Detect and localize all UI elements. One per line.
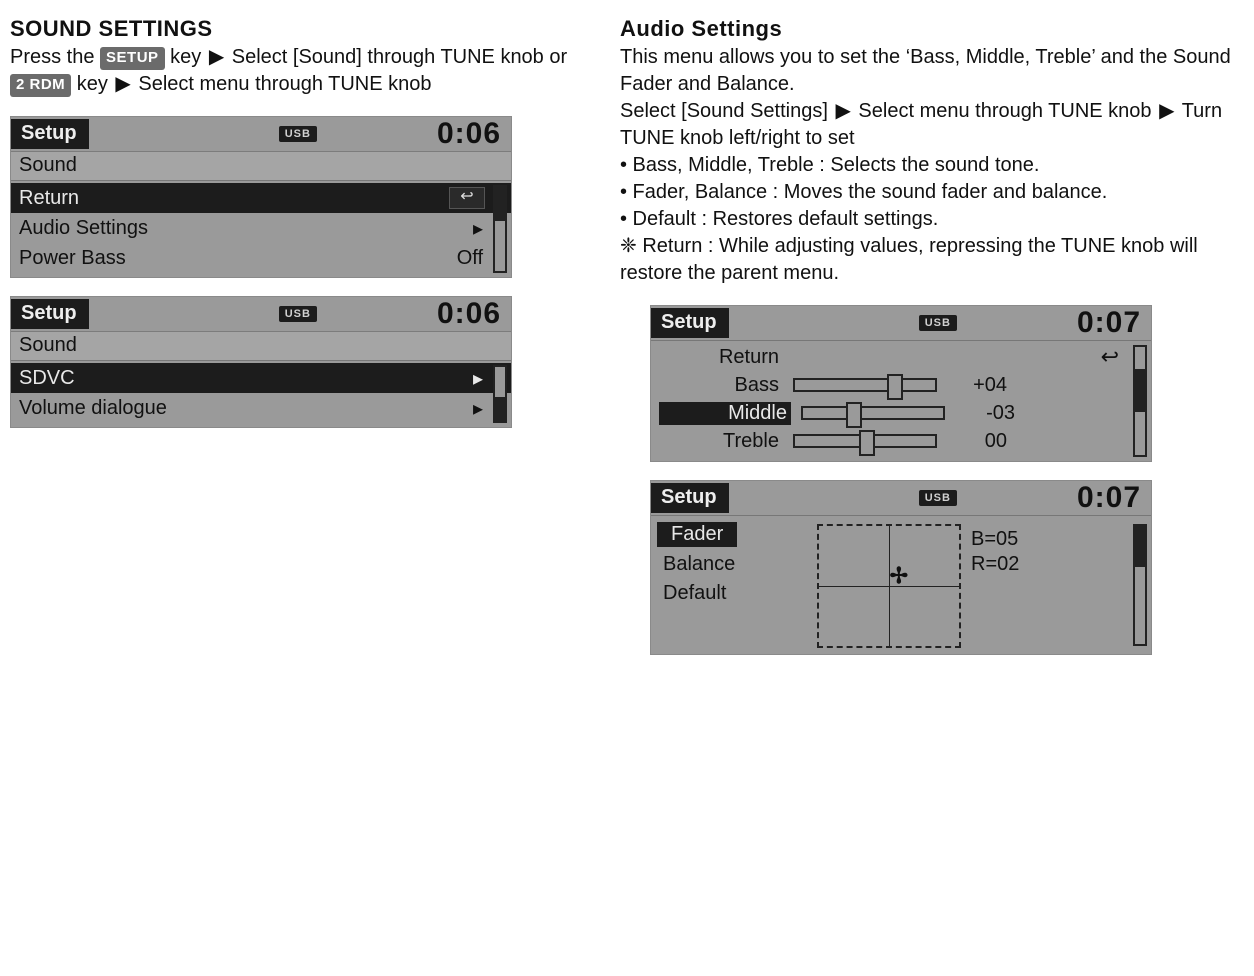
- eq-row-treble[interactable]: Treble 00: [651, 427, 1151, 455]
- lcd-setup-sound-1: Setup USB 0:06 Sound Return ↩ Audio Sett…: [10, 116, 512, 278]
- eq-row-middle[interactable]: Middle -03: [651, 399, 1151, 427]
- lcd-fader-balance: Setup USB 0:07 Fader Balance Default ✢ B…: [650, 480, 1152, 655]
- balance-readout: B=05: [971, 528, 1091, 551]
- grid-cursor-icon: ✢: [890, 563, 908, 589]
- lcd-title: Setup: [11, 119, 89, 149]
- lcd-title: Setup: [11, 299, 89, 329]
- menu-label: SDVC: [19, 367, 75, 390]
- lcd-subtitle: Sound: [11, 331, 511, 360]
- bullet-fader: • Fader, Balance : Moves the sound fader…: [620, 179, 1240, 206]
- arrow-right-icon: ▶: [1157, 98, 1176, 125]
- scrollbar[interactable]: [1133, 345, 1147, 457]
- bullet-bmt: • Bass, Middle, Treble : Selects the sou…: [620, 152, 1240, 179]
- scrollbar[interactable]: [1133, 524, 1147, 646]
- lcd-clock: 0:06: [437, 297, 511, 331]
- usb-icon: USB: [919, 490, 957, 506]
- bass-slider[interactable]: [793, 378, 937, 392]
- lcd-subtitle: Sound: [11, 151, 511, 180]
- treble-slider[interactable]: [793, 434, 937, 448]
- menu-row-power-bass[interactable]: Power Bass Off: [11, 243, 511, 273]
- audio-settings-desc: This menu allows you to set the ‘Bass, M…: [620, 44, 1240, 98]
- two-rdm-key-icon: 2 RDM: [10, 74, 71, 97]
- lcd-clock: 0:06: [437, 117, 511, 151]
- return-icon: ↩: [1059, 344, 1143, 370]
- fader-readout: R=02: [971, 553, 1091, 576]
- fader-balance-grid[interactable]: ✢: [817, 524, 961, 648]
- step-text: Select menu through TUNE knob: [858, 100, 1157, 122]
- bass-value: +04: [947, 374, 1031, 397]
- menu-row-volume-dialogue[interactable]: Volume dialogue ▸: [11, 393, 511, 423]
- menu-label: Treble: [659, 430, 783, 453]
- treble-value: 00: [947, 430, 1031, 453]
- fb-item-balance[interactable]: Balance: [657, 551, 807, 578]
- menu-row-return[interactable]: Return ↩: [11, 183, 511, 213]
- menu-label: Power Bass: [19, 247, 126, 270]
- scrollbar[interactable]: [493, 185, 507, 273]
- intro-text: Press the: [10, 46, 94, 68]
- middle-slider[interactable]: [801, 406, 945, 420]
- scrollbar[interactable]: [493, 365, 507, 423]
- usb-icon: USB: [279, 306, 317, 322]
- return-note: ❈ Return : While adjusting values, repre…: [620, 233, 1240, 260]
- lcd-title: Setup: [651, 308, 729, 338]
- eq-row-return[interactable]: Return ↩: [651, 343, 1151, 371]
- lcd-setup-sound-2: Setup USB 0:06 Sound SDVC ▸ Volume dialo…: [10, 296, 512, 428]
- arrow-right-icon: ▶: [833, 98, 852, 125]
- sound-settings-intro: Press the SETUP key ▶ Select [Sound] thr…: [10, 44, 600, 98]
- return-icon: ↩: [449, 187, 485, 209]
- lcd-title: Setup: [651, 483, 729, 513]
- fb-item-fader[interactable]: Fader: [657, 522, 737, 547]
- bullet-default: • Default : Restores default settings.: [620, 206, 1240, 233]
- intro-text: Select menu through TUNE knob: [138, 73, 431, 95]
- menu-label: Audio Settings: [19, 217, 148, 240]
- usb-icon: USB: [919, 315, 957, 331]
- lcd-clock: 0:07: [1077, 481, 1151, 515]
- arrow-right-icon: ▶: [207, 44, 226, 71]
- step-text: Select [Sound Settings]: [620, 100, 833, 122]
- lcd-audio-eq: Setup USB 0:07 Return ↩ Bass +04 Middle: [650, 305, 1152, 462]
- usb-icon: USB: [279, 126, 317, 142]
- intro-text: key: [170, 46, 207, 68]
- eq-row-bass[interactable]: Bass +04: [651, 371, 1151, 399]
- intro-text: Select [Sound] through TUNE knob or: [232, 46, 567, 68]
- audio-settings-heading: Audio Settings: [620, 16, 1240, 42]
- sound-settings-heading: SOUND SETTINGS: [10, 16, 600, 42]
- menu-label: Volume dialogue: [19, 397, 167, 420]
- menu-label: Middle: [659, 402, 791, 425]
- menu-label: Return: [19, 187, 79, 210]
- menu-label: Return: [659, 346, 783, 369]
- return-note-2: restore the parent menu.: [620, 260, 1240, 287]
- menu-label: Bass: [659, 374, 783, 397]
- menu-row-sdvc[interactable]: SDVC ▸: [11, 363, 511, 393]
- middle-value: -03: [955, 402, 1039, 425]
- arrow-right-icon: ▶: [113, 71, 132, 98]
- intro-text: key: [77, 73, 114, 95]
- lcd-clock: 0:07: [1077, 306, 1151, 340]
- setup-key-icon: SETUP: [100, 47, 165, 70]
- audio-settings-steps: Select [Sound Settings] ▶ Select menu th…: [620, 98, 1240, 152]
- menu-row-audio-settings[interactable]: Audio Settings ▸: [11, 213, 511, 243]
- fb-item-default[interactable]: Default: [657, 580, 807, 607]
